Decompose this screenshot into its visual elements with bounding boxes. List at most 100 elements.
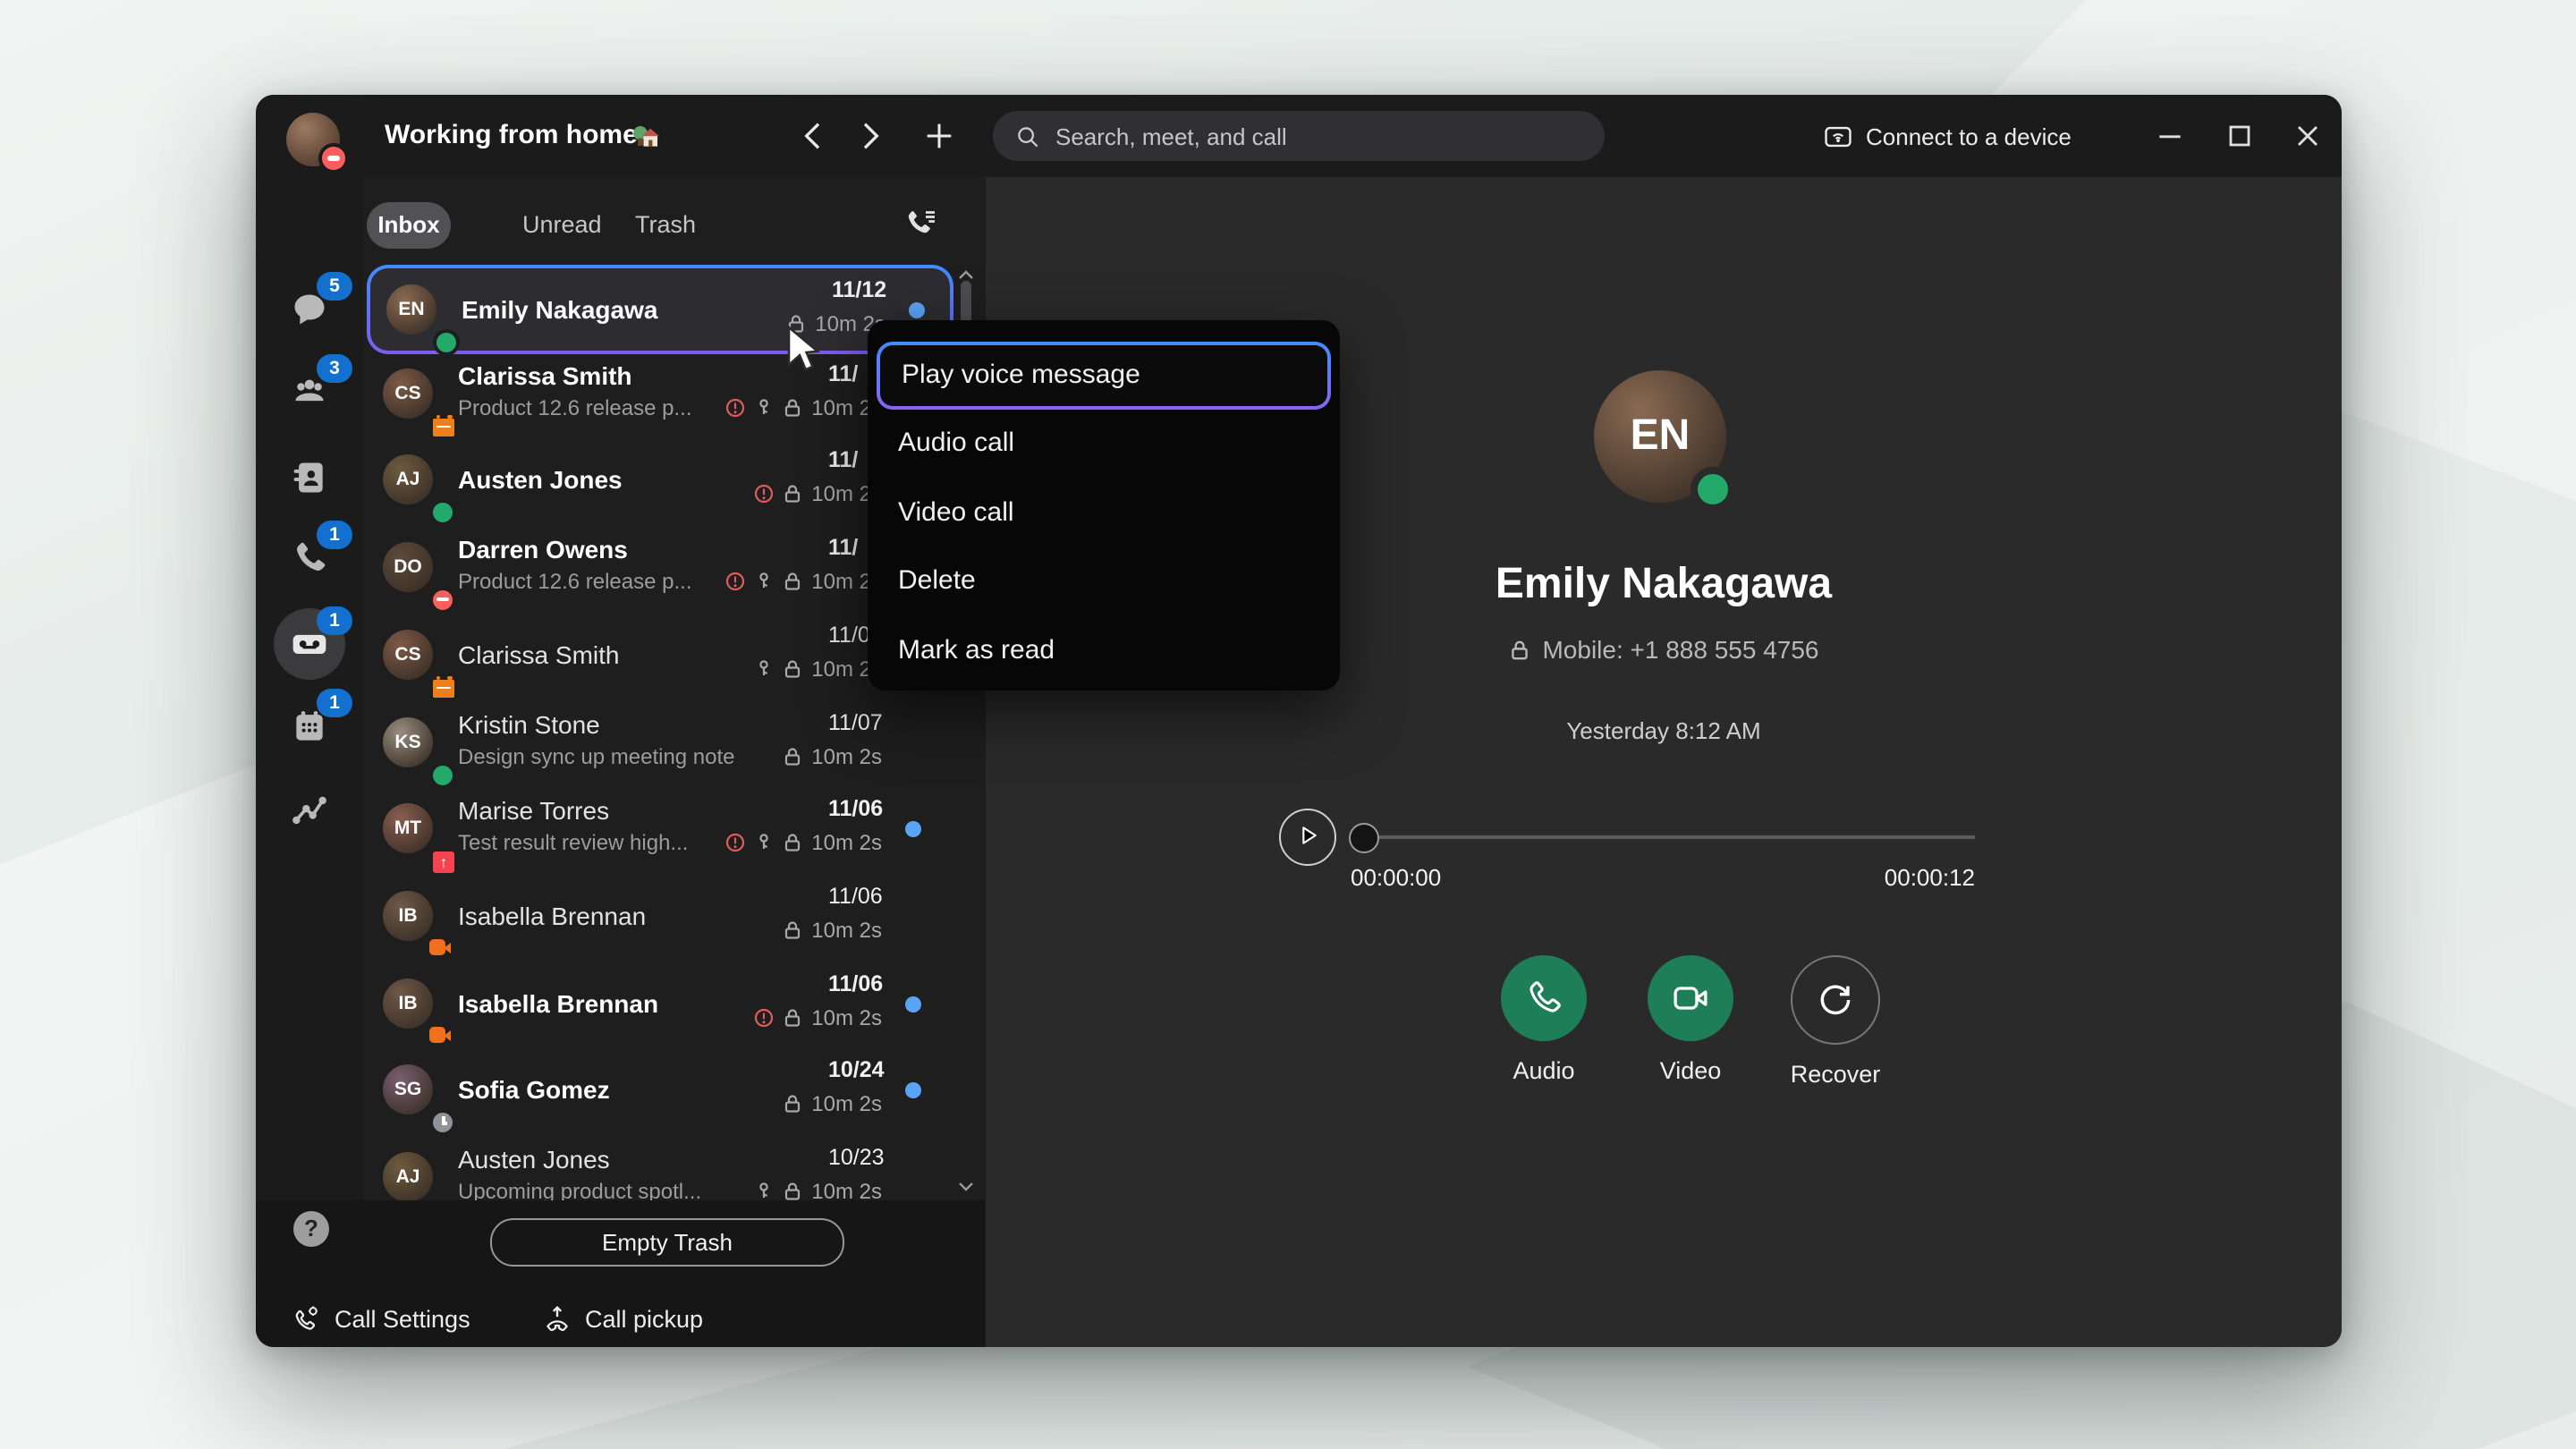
sidebar-item-teams[interactable]: 3 (270, 360, 349, 424)
webex-app-window: Working from home Search, meet, and call… (256, 95, 2342, 1347)
help-button[interactable]: ? (293, 1211, 329, 1247)
presence-available-badge (429, 762, 456, 789)
voicemail-meta: 10m 2s (752, 1005, 882, 1030)
caller-name: Austen Jones (458, 1145, 610, 1174)
sidebar-item-calling[interactable]: 1 (270, 526, 349, 590)
video-call-button[interactable]: Video (1617, 955, 1764, 1084)
caller-name: Clarissa Smith (458, 614, 620, 696)
lock-icon (781, 483, 802, 504)
voicemail-subject: Product 12.6 release p... (458, 569, 692, 594)
voicemail-timestamp: Yesterday 8:12 AM (986, 717, 2342, 744)
sidebar-item-insights[interactable] (270, 778, 349, 843)
minimize-button[interactable] (2152, 118, 2188, 154)
play-button[interactable] (1279, 809, 1336, 866)
maximize-button[interactable] (2222, 118, 2258, 154)
voicemail-row[interactable]: DODarren OwensProduct 12.6 release p...1… (367, 526, 946, 608)
caller-name: Isabella Brennan (458, 962, 658, 1045)
call-pickup-button[interactable]: Call pickup (542, 1301, 703, 1336)
unread-count-badge: 1 (317, 689, 352, 717)
playback-slider[interactable] (1361, 835, 1975, 839)
voicemail-row[interactable]: CSClarissa Smith11/010m 2s (367, 614, 946, 696)
tab-unread[interactable]: Unread (522, 202, 602, 249)
dnd-status-badge (318, 143, 349, 174)
empty-trash-button[interactable]: Empty Trash (490, 1218, 844, 1267)
avatar: EN (386, 284, 436, 335)
tab-inbox[interactable]: Inbox (367, 202, 451, 249)
voicemail-row[interactable]: KSKristin StoneDesign sync up meeting no… (367, 701, 946, 784)
voicemail-subject: Upcoming product spotl... (458, 1179, 701, 1200)
voicemail-meta: 10m 2s (724, 830, 882, 855)
call-pickup-icon (542, 1303, 572, 1334)
forward-button[interactable] (852, 118, 887, 154)
voicemail-date: 11/06 (828, 884, 883, 909)
sidebar-item-messaging[interactable]: 5 (270, 277, 349, 342)
priority-icon (724, 397, 745, 419)
back-button[interactable] (796, 118, 832, 154)
search-input[interactable]: Search, meet, and call (993, 111, 1605, 161)
voicemail-meta: 10m 2s (724, 395, 882, 420)
lock-icon (781, 1093, 802, 1114)
connect-to-device-button[interactable]: Connect to a device (1823, 95, 2072, 177)
graph-icon (290, 791, 329, 830)
priority-icon (752, 1007, 774, 1029)
voicemail-date: 11/06 (828, 971, 883, 996)
call-settings-icon (292, 1303, 322, 1334)
menu-item-video-call[interactable]: Video call (877, 480, 1331, 548)
menu-item-audio-call[interactable]: Audio call (877, 411, 1331, 479)
voicemail-date: 10/23 (828, 1145, 885, 1170)
voicemail-duration: 10m 2s (811, 830, 882, 855)
scroll-down-icon[interactable] (955, 1175, 977, 1197)
voicemail-meta: 10m 2s (781, 1091, 882, 1116)
avatar: AJ (383, 1152, 433, 1200)
new-action-button[interactable] (921, 118, 957, 154)
voicemail-row[interactable]: SGSofia Gomez10/2410m 2s (367, 1048, 946, 1131)
sidebar-item-contacts[interactable] (270, 445, 349, 510)
voicemail-duration: 10m 2s (811, 1179, 882, 1200)
priority-icon (724, 571, 745, 592)
call-settings-button[interactable]: Call Settings (292, 1301, 470, 1336)
out-of-office-badge (429, 415, 458, 440)
caller-name: Sofia Gomez (458, 1048, 610, 1131)
voicemail-row[interactable]: IBIsabella Brennan11/0610m 2s (367, 875, 946, 957)
menu-item-play-voice-message[interactable]: Play voice message (877, 341, 1331, 409)
sidebar-item-voicemail[interactable]: 1 (270, 612, 349, 676)
presence-away-badge (429, 1109, 456, 1136)
recover-call-button[interactable]: Recover (1762, 955, 1909, 1088)
voicemail-row[interactable]: IBIsabella Brennan11/0610m 2s (367, 962, 946, 1045)
status-title[interactable]: Working from home (385, 95, 638, 177)
playback-slider-knob[interactable] (1349, 823, 1379, 853)
menu-item-delete[interactable]: Delete (877, 548, 1331, 616)
voicemail-row[interactable]: MT↑Marise TorresTest result review high.… (367, 787, 946, 869)
close-button[interactable] (2290, 118, 2326, 154)
lock-icon (781, 919, 802, 941)
lock-icon (781, 397, 802, 419)
voicemail-meta: 10m 2s (752, 481, 882, 506)
tab-trash[interactable]: Trash (635, 202, 696, 249)
out-of-office-badge (429, 676, 458, 701)
caller-name: Emily Nakagawa (462, 268, 657, 351)
avatar: KS (383, 717, 433, 767)
menu-item-mark-as-read[interactable]: Mark as read (877, 617, 1331, 685)
voicemail-date: 11/ (828, 535, 858, 560)
avatar: AJ (383, 454, 433, 504)
sidebar-item-meetings[interactable]: 1 (270, 694, 349, 758)
unread-dot (905, 821, 921, 837)
voicemail-date: 11/0 (828, 623, 870, 648)
voicemail-row[interactable]: AJ Austen Jones Upcoming product spotl... 1… (367, 1136, 946, 1200)
voicemail-row[interactable]: CSClarissa SmithProduct 12.6 release p..… (367, 352, 946, 435)
audio-call-button[interactable]: Audio (1470, 955, 1617, 1084)
lock-icon (1508, 638, 1531, 661)
key-icon (752, 832, 774, 853)
camera-icon (1671, 979, 1710, 1018)
search-icon (1014, 123, 1041, 149)
action-label: Recover (1762, 1061, 1909, 1088)
presence-dnd-badge (429, 587, 456, 614)
voicemail-row[interactable]: ENEmily Nakagawa11/1210m 2s (367, 265, 953, 354)
key-icon (752, 658, 774, 680)
voicemail-row[interactable]: AJAusten Jones11/10m 2s (367, 438, 946, 521)
device-icon (1823, 121, 1853, 151)
voicemail-meta: 10m 2s (752, 1179, 882, 1200)
call-voicemail-icon[interactable] (903, 206, 939, 242)
avatar: MT↑ (383, 803, 433, 853)
unread-count-badge: 3 (317, 354, 352, 383)
